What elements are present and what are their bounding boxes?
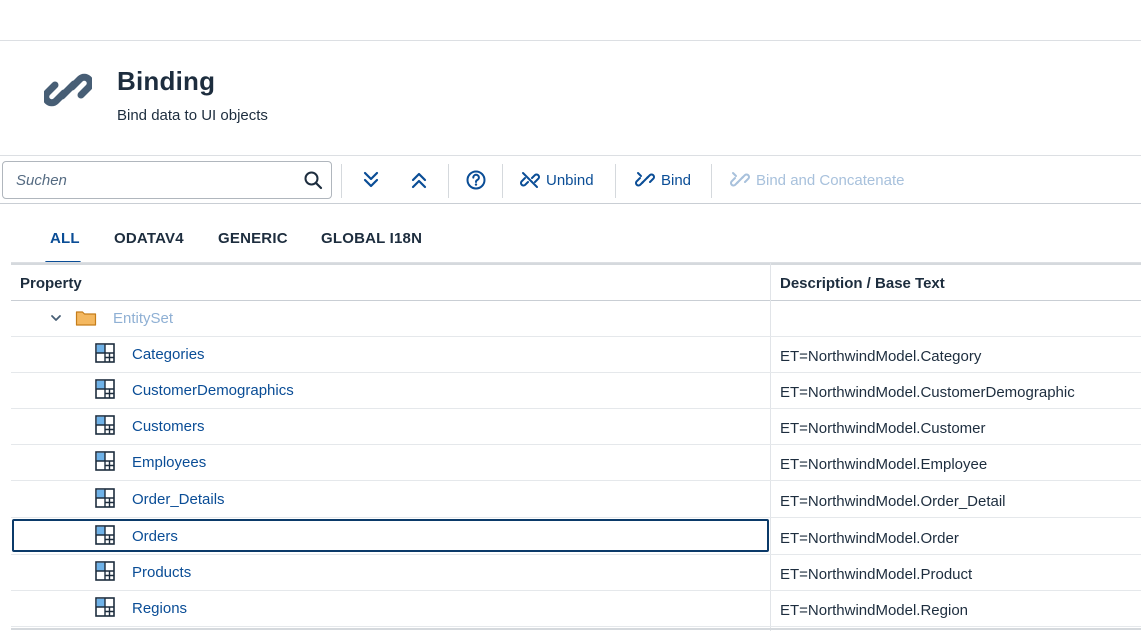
chevron-double-up-icon (411, 172, 427, 189)
entity-set-name[interactable]: Customers (132, 418, 205, 435)
folder-icon (75, 311, 97, 326)
toolbar-separator (502, 164, 503, 198)
toolbar-separator (615, 164, 616, 198)
unlink-icon (520, 172, 540, 188)
entity-set-icon (95, 525, 115, 545)
entity-set-icon (95, 415, 115, 435)
shell-top-bar (0, 0, 1141, 41)
entity-set-description: ET=NorthwindModel.Order_Detail (780, 493, 1006, 510)
entity-set-icon (95, 451, 115, 471)
entity-set-icon (95, 488, 115, 508)
entity-set-name[interactable]: Regions (132, 600, 187, 617)
entity-set-name[interactable]: Orders (132, 528, 178, 545)
tab-generic[interactable]: GENERIC (218, 230, 288, 247)
row-focus-outline (12, 519, 769, 552)
unbind-button[interactable]: Unbind (520, 163, 594, 197)
page-title: Binding (117, 66, 216, 96)
table-row-selected[interactable]: Orders ET=NorthwindModel.Order (11, 519, 1141, 555)
entity-set-description: ET=NorthwindModel.Order (780, 530, 959, 547)
binding-tree-table: Property Description / Base Text EntityS… (11, 263, 1141, 631)
unbind-label: Unbind (546, 171, 594, 189)
table-row[interactable]: Products ET=NorthwindModel.Product (11, 555, 1141, 591)
entity-set-icon (95, 379, 115, 399)
entity-set-name[interactable]: Employees (132, 454, 206, 471)
search-icon[interactable] (303, 170, 323, 190)
tab-global-i18n[interactable]: GLOBAL I18N (321, 230, 422, 247)
table-row[interactable]: Order_Details ET=NorthwindModel.Order_De… (11, 482, 1141, 518)
link-icon (635, 172, 655, 187)
link-concatenate-icon (730, 172, 750, 187)
entity-set-name[interactable]: Products (132, 564, 191, 581)
chevron-down-icon[interactable] (49, 311, 63, 325)
help-button[interactable] (465, 163, 487, 197)
entity-set-description: ET=NorthwindModel.Product (780, 566, 973, 583)
toolbar-separator (341, 164, 342, 198)
search-field[interactable] (2, 161, 332, 199)
tab-odatav4[interactable]: ODATAV4 (114, 230, 184, 247)
table-bottom-border (11, 628, 1141, 630)
column-header-property[interactable]: Property (20, 275, 82, 292)
entity-set-description: ET=NorthwindModel.CustomerDemographic (780, 384, 1075, 401)
chevron-double-down-icon (363, 171, 379, 188)
column-header-description[interactable]: Description / Base Text (780, 275, 945, 292)
toolbar-separator (448, 164, 449, 198)
entity-set-description: ET=NorthwindModel.Customer (780, 420, 986, 437)
table-row[interactable]: Regions ET=NorthwindModel.Region (11, 591, 1141, 627)
toolbar-separator (711, 164, 712, 198)
bind-and-concatenate-label: Bind and Concatenate (756, 171, 905, 189)
entity-set-name[interactable]: Categories (132, 346, 205, 363)
entity-set-description: ET=NorthwindModel.Category (780, 348, 982, 365)
tree-group-row[interactable]: EntitySet (11, 301, 1141, 337)
bind-button[interactable]: Bind (635, 163, 691, 197)
search-input[interactable] (3, 162, 293, 198)
expand-all-button[interactable] (360, 163, 382, 197)
table-row[interactable]: Categories ET=NorthwindModel.Category (11, 337, 1141, 373)
help-icon (466, 170, 486, 190)
collapse-all-button[interactable] (408, 163, 430, 197)
link-icon (44, 73, 92, 107)
page-subtitle: Bind data to UI objects (117, 107, 268, 124)
entity-set-icon (95, 561, 115, 581)
tree-group-label: EntitySet (113, 310, 174, 327)
table-header: Property Description / Base Text (11, 263, 1141, 301)
bind-and-concatenate-button[interactable]: Bind and Concatenate (730, 163, 904, 197)
entity-set-name[interactable]: Order_Details (132, 491, 225, 508)
table-row[interactable]: Customers ET=NorthwindModel.Customer (11, 409, 1141, 445)
table-row[interactable]: Employees ET=NorthwindModel.Employee (11, 445, 1141, 481)
entity-set-description: ET=NorthwindModel.Region (780, 602, 969, 619)
entity-set-icon (95, 343, 115, 363)
tab-all[interactable]: ALL (50, 230, 80, 247)
bind-label: Bind (661, 171, 692, 189)
tab-bar: ALL ODATAV4 GENERIC GLOBAL I18N (0, 204, 1141, 264)
entity-set-name[interactable]: CustomerDemographics (132, 382, 294, 399)
page-header: Binding Bind data to UI objects (0, 41, 1141, 155)
entity-set-icon (95, 597, 115, 617)
toolbar: Unbind Bind Bind and Concatenate (0, 155, 1141, 204)
entity-set-description: ET=NorthwindModel.Employee (780, 456, 988, 473)
table-row[interactable]: CustomerDemographics ET=NorthwindModel.C… (11, 373, 1141, 409)
